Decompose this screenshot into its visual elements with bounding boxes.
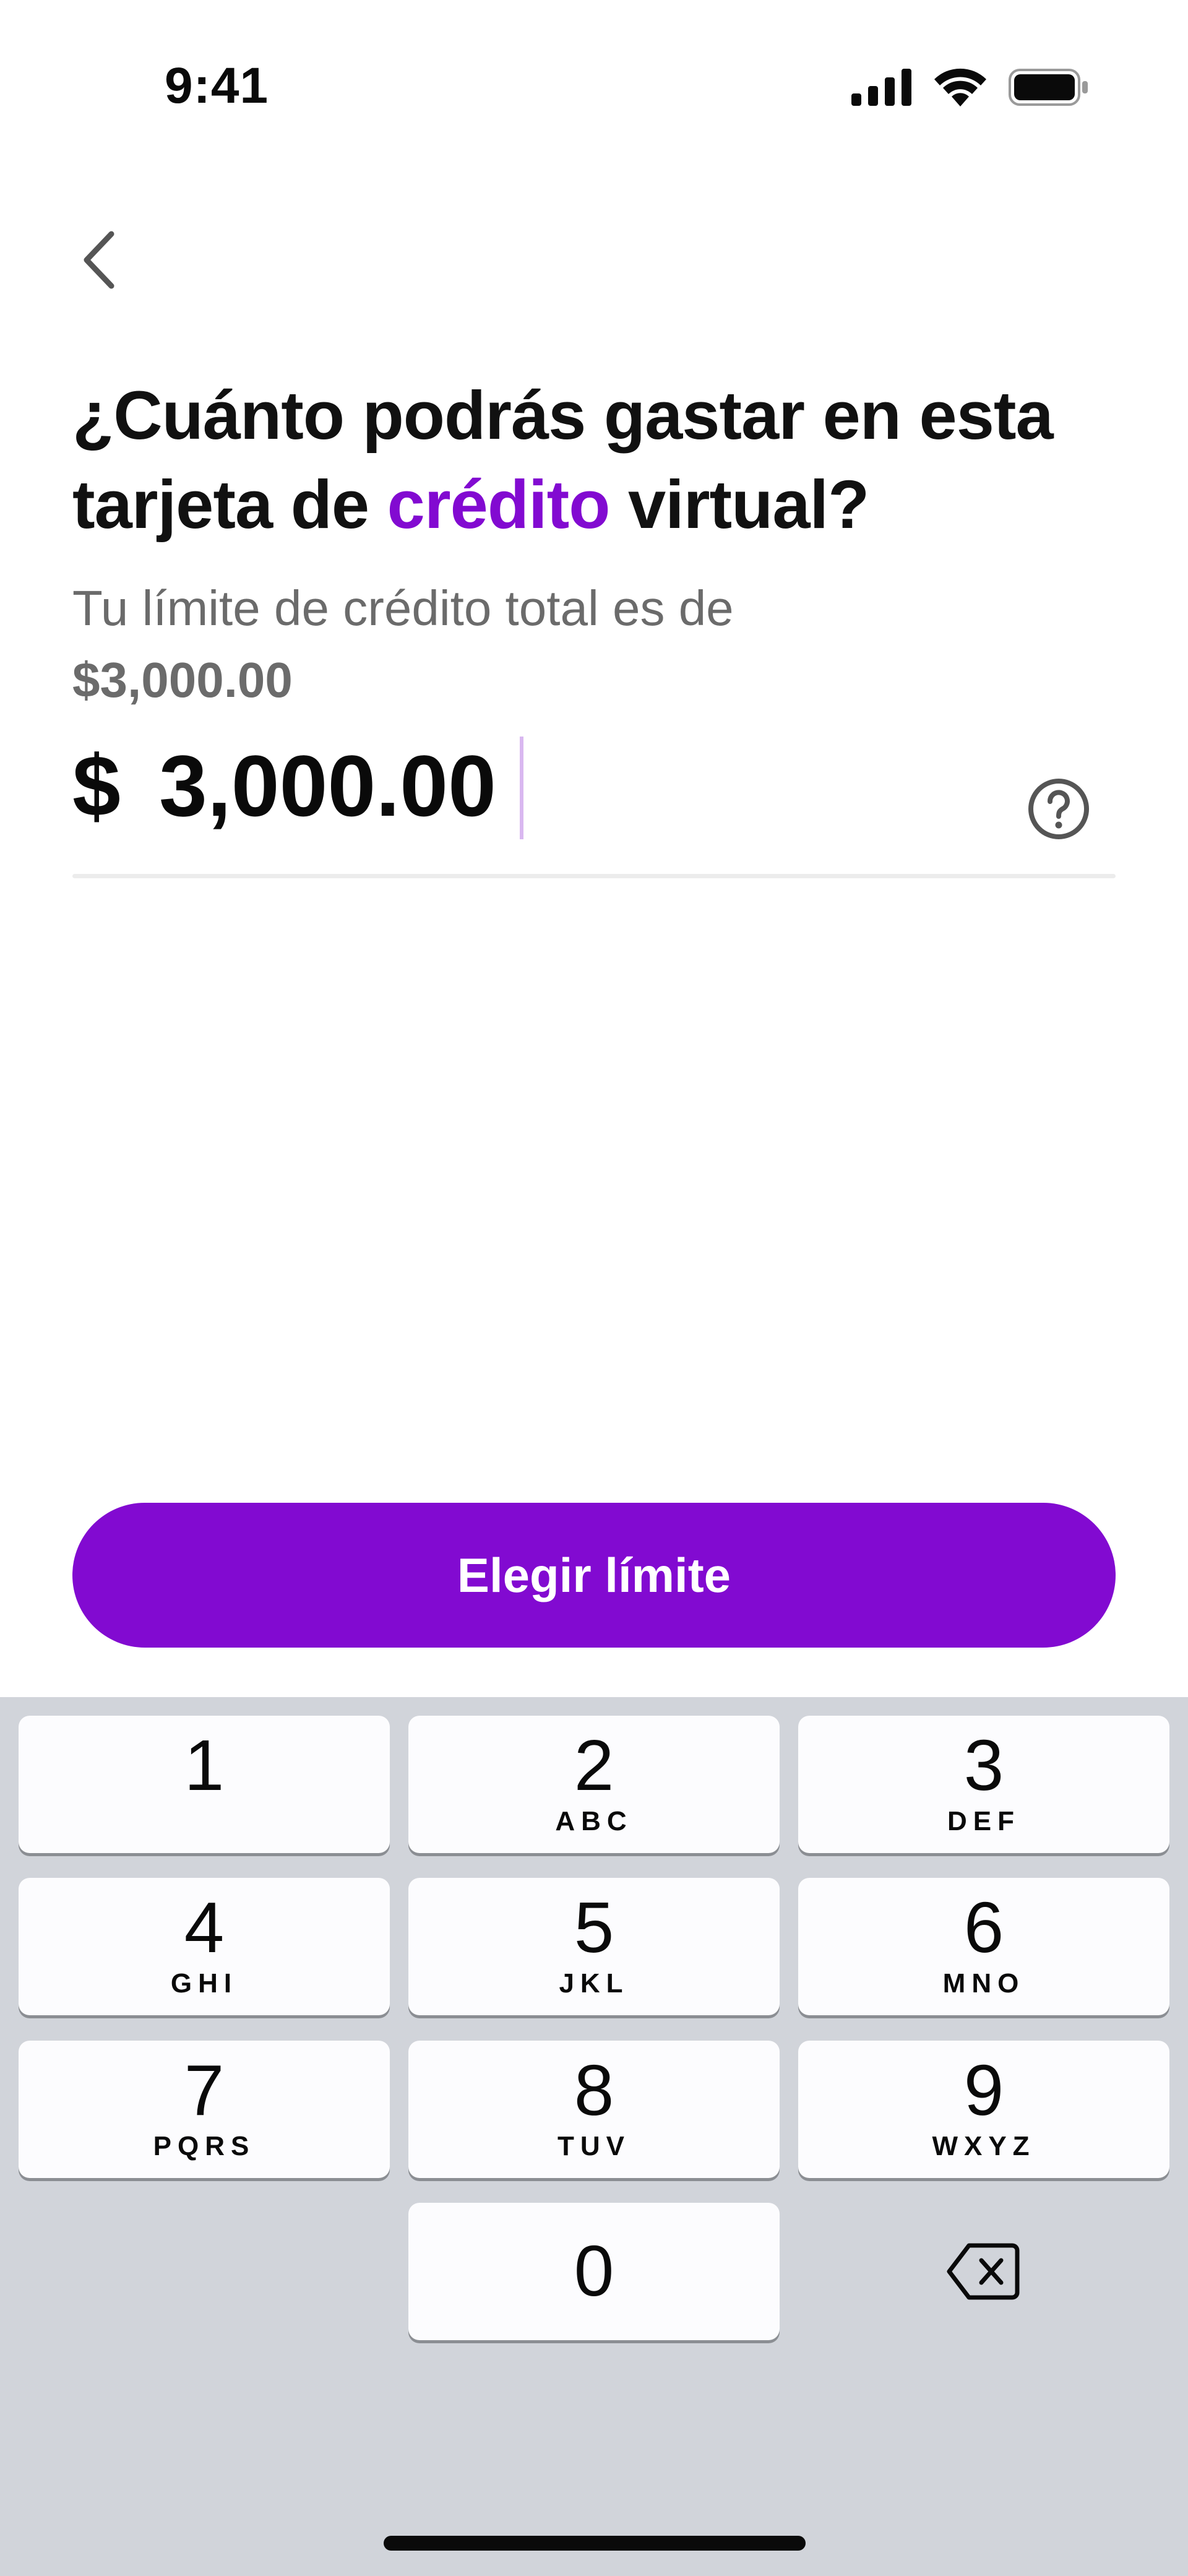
key-8[interactable]: 8 TUV — [408, 2041, 780, 2178]
key-digit: 5 — [574, 1887, 614, 1968]
key-digit: 2 — [574, 1725, 614, 1805]
key-digit: 8 — [574, 2050, 614, 2130]
key-5[interactable]: 5 JKL — [408, 1878, 780, 2015]
wifi-icon — [934, 68, 986, 106]
key-letters: GHI — [170, 1968, 238, 1999]
total-limit-amount: $3,000.00 — [72, 652, 293, 707]
battery-icon — [1009, 69, 1088, 106]
key-letters: DEF — [947, 1806, 1020, 1836]
home-indicator — [384, 2536, 806, 2551]
key-4[interactable]: 4 GHI — [19, 1878, 390, 2015]
title-accent: crédito — [387, 467, 611, 543]
key-2[interactable]: 2 ABC — [408, 1716, 780, 1853]
numeric-keypad: 1 2 ABC 3 DEF 4 GHI 5 JKL 6 MNO 7 PQRS 8… — [0, 1697, 1188, 2576]
title-part-2: virtual? — [609, 467, 869, 543]
key-letters: TUV — [557, 2131, 631, 2161]
currency-symbol: $ — [72, 737, 121, 834]
backspace-key[interactable] — [798, 2203, 1169, 2340]
key-0[interactable]: 0 — [408, 2203, 780, 2340]
backspace-icon — [947, 2243, 1020, 2300]
page-title: ¿Cuánto podrás gastar en esta tarjeta de… — [72, 371, 1124, 550]
key-digit: 0 — [574, 2231, 614, 2311]
key-digit: 1 — [184, 1725, 225, 1805]
key-7[interactable]: 7 PQRS — [19, 2041, 390, 2178]
choose-limit-button[interactable]: Elegir límite — [72, 1503, 1116, 1648]
key-3[interactable]: 3 DEF — [798, 1716, 1169, 1853]
key-6[interactable]: 6 MNO — [798, 1878, 1169, 2015]
credit-limit-description: Tu límite de crédito total es de $3,000.… — [72, 573, 1062, 716]
key-9[interactable]: 9 WXYZ — [798, 2041, 1169, 2178]
key-letters: ABC — [555, 1806, 633, 1836]
key-letters: PQRS — [153, 2131, 256, 2161]
key-digit: 3 — [963, 1725, 1004, 1805]
amount-divider — [72, 874, 1116, 878]
signal-icon — [851, 69, 911, 106]
key-letters: MNO — [942, 1968, 1025, 1999]
subtitle-prefix: Tu límite de crédito total es de — [72, 581, 734, 636]
limit-screen: 9:41 ¿Cuánto podrás gastar en esta tarje… — [0, 0, 1188, 2576]
question-circle-icon[interactable] — [1027, 777, 1091, 841]
key-digit: 4 — [184, 1887, 225, 1968]
amount-field[interactable]: $ — [72, 730, 1116, 879]
amount-input[interactable] — [159, 730, 963, 842]
status-icons — [851, 68, 1089, 106]
key-digit: 7 — [184, 2050, 225, 2130]
chevron-left-icon — [84, 231, 114, 289]
key-digit: 9 — [963, 2050, 1004, 2130]
status-time: 9:41 — [165, 58, 269, 114]
key-letters: WXYZ — [932, 2131, 1036, 2161]
key-1[interactable]: 1 — [19, 1716, 390, 1853]
key-letters: JKL — [559, 1968, 629, 1999]
text-caret — [520, 737, 523, 839]
back-button[interactable] — [68, 223, 130, 297]
key-digit: 6 — [963, 1887, 1004, 1968]
